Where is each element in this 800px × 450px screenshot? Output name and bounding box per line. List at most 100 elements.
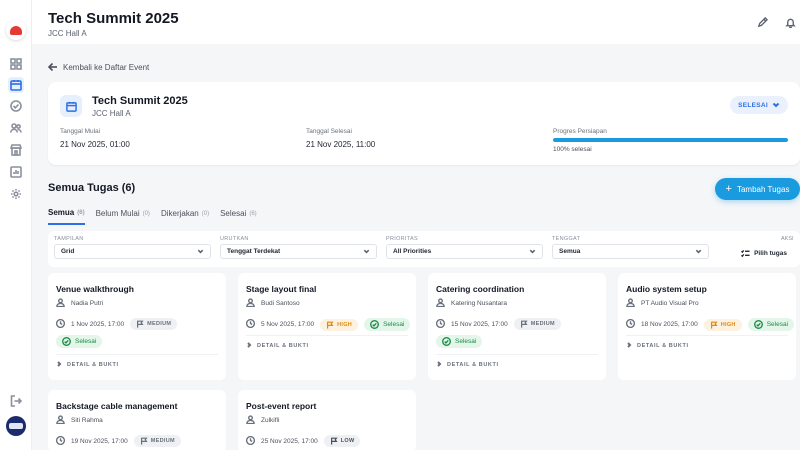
dashboard-icon[interactable] [8,56,24,72]
app-logo[interactable] [6,20,26,40]
status-badge: Selesai [56,335,103,348]
user-icon [246,415,255,426]
priority-badge: MEDIUM [513,318,561,330]
store-icon[interactable] [8,142,24,158]
clock-icon [245,318,256,330]
deadline-select-value: Semua [559,248,581,255]
tab-label: Semua [48,208,75,217]
progress-section: Progres Persiapan [553,128,607,135]
task-meta: 19 Nov 2025, 17:00 MEDIUM [55,435,181,447]
status-badge: Selesai [364,318,411,331]
sort-select-value: Tenggat Terdekat [227,248,281,255]
status-badge: Selesai [436,335,483,348]
detail-proof-link[interactable]: DETAIL & BUKTI [436,361,499,369]
view-filter-label: TAMPILAN [54,236,84,242]
users-icon[interactable] [8,120,24,136]
back-link[interactable]: Kembali ke Daftar Event [48,62,149,72]
end-date-value: 21 Nov 2025, 11:00 [306,140,376,149]
deadline-filter: TENGGAT Semua [552,236,709,259]
user-icon [56,415,65,426]
report-icon[interactable] [8,164,24,180]
card-divider [626,335,788,336]
flag-icon [330,437,338,445]
chevron-down-icon [197,249,204,254]
tab-selesai[interactable]: Selesai (6) [220,208,257,225]
status-dropdown[interactable]: SELESAI [730,96,788,114]
check-circle-icon [370,320,380,329]
select-tasks-button[interactable]: Pilih tugas [736,245,792,261]
chevron-down-icon [695,249,702,254]
sidebar [0,0,32,450]
task-deadline: 19 Nov 2025, 17:00 [71,437,128,445]
task-card[interactable]: Catering coordination Katering Nusantara 1… [428,273,606,380]
task-assignee: Budi Santoso [246,298,300,309]
page-subtitle: JCC Hall A [48,29,87,38]
start-date: Tanggal Mulai 21 Nov 2025, 01:00 [60,128,130,149]
tab-count: (0) [201,210,210,217]
task-card[interactable]: Stage layout final Budi Santoso 5 Nov 2025… [238,273,416,380]
task-deadline: 15 Nov 2025, 17:00 [451,320,508,328]
chevron-right-icon [56,361,62,369]
view-select[interactable]: Grid [54,244,211,259]
user-icon [626,298,635,309]
task-card[interactable]: Backstage cable management Siti Rahma 19 N… [48,390,226,450]
card-divider [56,354,218,355]
priority-label: HIGH [337,321,353,328]
user-icon [246,298,255,309]
add-task-button[interactable]: + Tambah Tugas [715,178,800,200]
task-deadline: 18 Nov 2025, 17:00 [641,321,698,328]
chevron-right-icon [246,342,252,350]
action-label: AKSI [781,236,794,242]
detail-proof-link[interactable]: DETAIL & BUKTI [56,361,119,369]
task-card[interactable]: Audio system setup PT Audio Visual Pro 18 … [618,273,796,380]
flag-icon [140,437,148,445]
tab-dikerjakan[interactable]: Dikerjakan (0) [161,208,209,225]
chevron-down-icon [772,102,780,108]
priority-label: MEDIUM [147,321,172,327]
task-meta: 25 Nov 2025, 17:00 LOW [245,435,361,447]
logout-icon[interactable] [8,393,24,409]
event-summary-card: Tech Summit 2025 JCC Hall A SELESAI Tang… [48,82,800,165]
checklist-icon [741,249,750,257]
deadline-select[interactable]: Semua [552,244,709,259]
tab-belum-mulai[interactable]: Belum Mulai (0) [96,208,150,225]
settings-icon[interactable] [8,186,24,202]
priority-label: HIGH [720,321,736,328]
task-title: Venue walkthrough [56,284,134,294]
sort-select[interactable]: Tenggat Terdekat [220,244,377,259]
check-circle-icon[interactable] [8,98,24,114]
edit-icon[interactable] [754,14,770,30]
task-assignee: PT Audio Visual Pro [626,298,699,309]
page-header: Tech Summit 2025 JCC Hall A [32,0,800,44]
task-card[interactable]: Post-event report Zulkifli 25 Nov 2025, 17… [238,390,416,450]
detail-proof-link[interactable]: DETAIL & BUKTI [246,342,309,350]
add-task-label: Tambah Tugas [736,184,790,194]
detail-proof-link[interactable]: DETAIL & BUKTI [626,342,689,350]
task-meta: 18 Nov 2025, 17:00 HIGH Selesai [625,318,795,331]
task-assignee: Nadia Putri [56,298,103,309]
user-icon [436,298,445,309]
status-row: Selesai [56,335,103,348]
clock-icon [55,435,66,447]
status-badge-label: Selesai [455,338,477,345]
task-title: Catering coordination [436,284,525,294]
assignee-name: Budi Santoso [261,300,300,307]
tab-semua[interactable]: Semua (6) [48,208,85,225]
start-date-label: Tanggal Mulai [60,128,101,135]
tab-count: (0) [142,210,150,217]
task-card[interactable]: Venue walkthrough Nadia Putri 1 Nov 2025, … [48,273,226,380]
sort-filter-label: URUTKAN [220,236,249,242]
task-assignee: Katering Nusantara [436,298,507,309]
check-circle-icon [62,337,71,346]
status-row: Selesai [436,335,483,348]
user-avatar[interactable] [6,416,26,436]
priority-select-value: All Priorities [393,248,432,255]
detail-proof-label: DETAIL & BUKTI [447,362,499,368]
priority-select[interactable]: All Priorities [386,244,543,259]
calendar-icon[interactable] [8,77,24,93]
check-circle-icon [442,337,451,346]
tab-label: Selesai [220,209,247,218]
bell-icon[interactable] [782,14,798,30]
status-badge-label: Selesai [766,321,789,328]
status-badge: Selesai [747,318,795,331]
